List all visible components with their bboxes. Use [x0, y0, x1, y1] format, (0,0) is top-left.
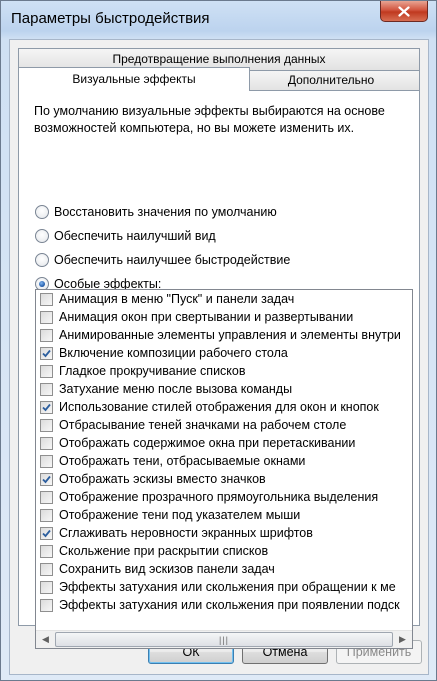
checkbox[interactable]: [40, 598, 53, 612]
scroll-right-button[interactable]: ▶: [394, 631, 411, 648]
checkbox[interactable]: [40, 328, 53, 342]
effect-list-item[interactable]: Отображать тени, отбрасываемые окнами: [36, 452, 412, 470]
effect-list-item[interactable]: Отображать содержимое окна при перетаски…: [36, 434, 412, 452]
effect-label: Затухание меню после вызова команды: [59, 382, 293, 396]
arrow-right-icon: ▶: [399, 634, 406, 644]
scrollbar-thumb[interactable]: |||: [55, 632, 393, 647]
effect-label: Отображение прозрачного прямоугольника в…: [59, 490, 379, 504]
effects-listbox[interactable]: Анимация в меню "Пуск" и панели задач Ани…: [35, 289, 413, 649]
visual-effects-panel: По умолчанию визуальные эффекты выбирают…: [18, 90, 420, 649]
effect-list-item[interactable]: Анимация в меню "Пуск" и панели задач: [36, 290, 412, 308]
effect-label: Эффекты затухания или скольжения при обр…: [59, 580, 396, 594]
effect-list-item[interactable]: Анимированные элементы управления и элем…: [36, 326, 412, 344]
radio-option[interactable]: Восстановить значения по умолчанию: [35, 203, 277, 221]
effect-label: Отображать эскизы вместо значков: [59, 472, 266, 486]
effect-list-item[interactable]: Сохранить вид эскизов панели задач: [36, 560, 412, 578]
close-button[interactable]: [380, 1, 428, 22]
checkbox[interactable]: [40, 382, 53, 396]
radio-option[interactable]: Обеспечить наилучший вид: [35, 227, 216, 245]
effect-list-item[interactable]: Затухание меню после вызова команды: [36, 380, 412, 398]
effect-label: Сглаживать неровности экранных шрифтов: [59, 526, 313, 540]
radio-button[interactable]: [35, 205, 49, 219]
effect-list-item[interactable]: Эффекты затухания или скольжения при обр…: [36, 578, 412, 596]
checkbox[interactable]: [40, 292, 53, 306]
effect-list-item[interactable]: Анимация окон при свертывании и разверты…: [36, 308, 412, 326]
effect-label: Скольжение при раскрытии списков: [59, 544, 269, 558]
effect-label: Эффекты затухания или скольжения при поя…: [59, 598, 400, 612]
horizontal-scrollbar[interactable]: ◀ ||| ▶: [36, 630, 412, 648]
radio-label: Обеспечить наилучшее быстродействие: [54, 253, 291, 267]
checkbox-checked[interactable]: [40, 400, 53, 414]
checkbox[interactable]: [40, 580, 53, 594]
performance-options-window: Параметры быстродействия Предотвращение …: [0, 0, 437, 681]
effect-list-item[interactable]: Включение композиции рабочего стола: [36, 344, 412, 362]
scrollbar-grip: |||: [218, 634, 229, 645]
checkbox[interactable]: [40, 454, 53, 468]
checkbox[interactable]: [40, 490, 53, 504]
checkmark-icon: [42, 529, 51, 537]
close-icon: [398, 5, 410, 17]
radio-label: Обеспечить наилучший вид: [54, 229, 216, 243]
effect-label: Включение композиции рабочего стола: [59, 346, 288, 360]
tab-visual-effects[interactable]: Визуальные эффекты: [18, 67, 250, 91]
radio-option[interactable]: Обеспечить наилучшее быстродействие: [35, 251, 290, 269]
effect-list-item[interactable]: Сглаживать неровности экранных шрифтов: [36, 524, 412, 542]
window-title: Параметры быстродействия: [11, 10, 210, 27]
effect-label: Использование стилей отображения для око…: [59, 400, 379, 414]
effect-label: Сохранить вид эскизов панели задач: [59, 562, 275, 576]
checkbox[interactable]: [40, 562, 53, 576]
effect-label: Анимированные элементы управления и элем…: [59, 328, 401, 342]
scroll-left-button[interactable]: ◀: [37, 631, 54, 648]
effect-label: Анимация в меню "Пуск" и панели задач: [59, 292, 295, 306]
radio-button[interactable]: [35, 229, 49, 243]
checkmark-icon: [42, 349, 51, 357]
checkbox[interactable]: [40, 544, 53, 558]
dialog-client-area: Предотвращение выполнения данных Визуаль…: [9, 39, 429, 675]
effect-label: Отображение тени под указателем мыши: [59, 508, 301, 522]
effect-list-item[interactable]: Отображать эскизы вместо значков: [36, 470, 412, 488]
checkmark-icon: [42, 475, 51, 483]
checkbox-checked[interactable]: [40, 526, 53, 540]
checkbox[interactable]: [40, 508, 53, 522]
effect-label: Анимация окон при свертывании и разверты…: [59, 310, 354, 324]
checkbox[interactable]: [40, 364, 53, 378]
arrow-left-icon: ◀: [42, 634, 49, 644]
effect-list-item[interactable]: Отбрасывание теней значками на рабочем с…: [36, 416, 412, 434]
radio-label: Восстановить значения по умолчанию: [54, 205, 277, 219]
effect-label: Отображать содержимое окна при перетаски…: [59, 436, 356, 450]
radio-button[interactable]: [35, 253, 49, 267]
checkbox[interactable]: [40, 418, 53, 432]
effect-list-item[interactable]: Использование стилей отображения для око…: [36, 398, 412, 416]
effect-label: Отображать тени, отбрасываемые окнами: [59, 454, 306, 468]
effects-list: Анимация в меню "Пуск" и панели задач Ани…: [36, 290, 412, 630]
checkbox-checked[interactable]: [40, 346, 53, 360]
effect-label: Гладкое прокручивание списков: [59, 364, 246, 378]
tab-advanced[interactable]: Дополнительно: [242, 70, 420, 91]
checkmark-icon: [42, 403, 51, 411]
effect-list-item[interactable]: Эффекты затухания или скольжения при поя…: [36, 596, 412, 614]
checkbox[interactable]: [40, 310, 53, 324]
effect-label: Отбрасывание теней значками на рабочем с…: [59, 418, 347, 432]
effect-list-item[interactable]: Скольжение при раскрытии списков: [36, 542, 412, 560]
checkbox-checked[interactable]: [40, 472, 53, 486]
checkbox[interactable]: [40, 436, 53, 450]
effect-list-item[interactable]: Отображение тени под указателем мыши: [36, 506, 412, 524]
description-text: По умолчанию визуальные эффекты выбирают…: [34, 104, 385, 135]
effect-list-item[interactable]: Гладкое прокручивание списков: [36, 362, 412, 380]
effect-list-item[interactable]: Отображение прозрачного прямоугольника в…: [36, 488, 412, 506]
title-bar[interactable]: Параметры быстродействия: [1, 1, 436, 37]
